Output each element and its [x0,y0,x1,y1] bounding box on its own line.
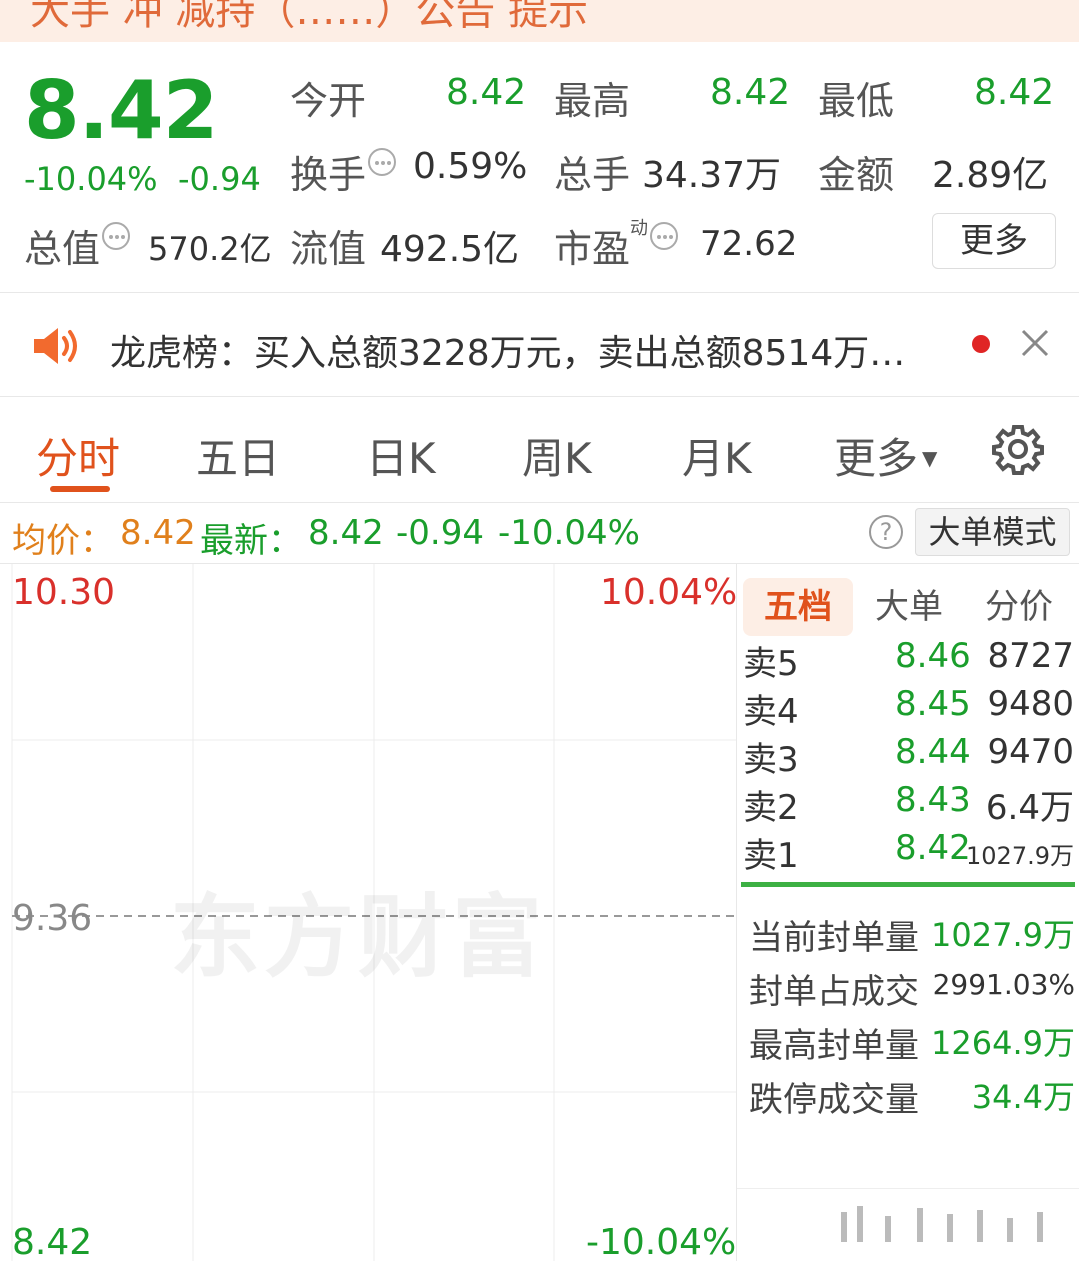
pe-value: 72.62 [700,224,798,264]
turnover-label: 换手 [290,144,397,199]
more-button[interactable]: 更多 [932,213,1056,269]
seal-value: 1027.9万 [931,916,1075,954]
top-banner-text: 大手 冲 减持（……）公告 提示 [30,0,589,34]
info-icon[interactable] [102,222,131,250]
avg-label: 均价： [12,521,114,561]
volume-value: 34.37万 [642,155,782,196]
bottom-pct-label: -10.04% [586,1222,737,1261]
order-book-row: 卖5 8.46 8727 [737,636,1079,684]
order-book-row: 卖3 8.44 9470 [737,732,1079,780]
level-price: 8.45 [895,684,971,724]
open-label: 今开 [290,79,367,123]
seal-row: 跌停成交量 34.4万 [749,1072,1075,1124]
float-value: 492.5亿 [380,229,520,270]
period-tabs: 分时 五日 日K 周K 月K 更多 ▼ [0,397,1079,501]
pct-change: -10.04% [24,160,158,198]
seal-value: 34.4万 [971,1078,1075,1116]
info-icon[interactable] [650,222,679,250]
divider [737,1188,1079,1189]
tab-intraday[interactable]: 分时 [36,425,120,486]
level-label: 卖1 [743,836,799,876]
level-label: 卖5 [743,644,799,684]
level-volume: 1027.9万 [966,842,1074,870]
level-label: 卖2 [743,788,799,828]
level-label: 卖4 [743,692,799,732]
tab-more[interactable]: 更多 ▼ [834,425,937,486]
big-order-mode-button[interactable]: 大单模式 [915,508,1070,556]
amount-label: 金额 [818,153,895,197]
seal-label: 当前封单量 [749,918,919,958]
latest-change: -0.94 [396,513,484,553]
volume-bars-icon [841,1206,1043,1242]
current-price: 8.42 [24,64,218,157]
notice-text: 龙虎榜：买入总额3228万元，卖出总额8514万… [110,333,906,374]
level-label: 卖3 [743,740,799,780]
level-volume: 8727 [987,636,1074,676]
caret-down-icon: ▼ [922,446,938,470]
order-book-tabs: 五档 大单 分价 [737,572,1079,636]
pe-label: 市盈动 [554,218,679,273]
bid-ask-divider [741,882,1075,887]
level-volume: 9470 [987,732,1074,772]
tab-monthly-k[interactable]: 月K [682,425,752,486]
help-icon[interactable]: ? [869,515,903,549]
seal-row: 最高封单量 1264.9万 [749,1018,1075,1070]
notice-bar[interactable]: 龙虎榜：买入总额3228万元，卖出总额8514万… [0,292,1079,396]
mid-price-label: 9.36 [12,898,93,939]
open-value: 8.42 [446,72,527,113]
tab-price-distribution[interactable]: 分价 [971,578,1067,636]
mktcap-value: 570.2亿 [148,230,272,268]
tab-big-orders[interactable]: 大单 [861,578,957,636]
level-volume: 6.4万 [985,788,1074,828]
high-label: 最高 [554,79,631,123]
low-value: 8.42 [974,72,1055,113]
info-icon[interactable] [368,148,397,176]
order-book-row: 卖2 8.43 6.4万 [737,780,1079,828]
float-label: 流值 [290,227,367,271]
seal-value: 2991.03% [932,968,1075,1001]
avg-value: 8.42 [120,513,196,553]
turnover-value: 0.59% [413,146,528,187]
order-book-row: 卖4 8.45 9480 [737,684,1079,732]
close-icon[interactable] [1020,328,1050,358]
volume-label: 总手 [554,153,631,197]
high-value: 8.42 [710,72,791,113]
unread-dot [972,335,990,353]
seal-row: 封单占成交 2991.03% [749,964,1075,1016]
speaker-icon [34,328,77,364]
latest-label: 最新： [200,521,302,561]
watermark: 东方财富 [170,885,546,990]
amount-value: 2.89亿 [932,155,1049,196]
quote-panel: 8.42 -10.04% -0.94 今开 8.42 最高 8.42 最低 8.… [0,42,1079,292]
top-pct-label: 10.04% [600,572,738,613]
seal-row: 当前封单量 1027.9万 [749,910,1075,962]
tab-five-day[interactable]: 五日 [196,425,280,486]
order-book-row: 卖1 8.42 1027.9万 [737,828,1079,876]
level-price: 8.43 [895,780,971,820]
pe-superscript: 动 [630,218,649,239]
intraday-chart[interactable]: 东方财富 10.30 10.04% 9.36 8.42 -10.04% [0,564,738,1261]
bottom-price-label: 8.42 [12,1222,93,1261]
mktcap-label: 总值 [24,218,131,273]
level-price: 8.46 [895,636,971,676]
tab-five-levels[interactable]: 五档 [743,578,853,636]
latest-value: 8.42 [308,513,384,553]
level-price: 8.42 [895,828,971,868]
tab-daily-k[interactable]: 日K [366,425,436,486]
level-volume: 9480 [987,684,1074,724]
seal-value: 1264.9万 [931,1024,1075,1062]
latest-pct: -10.04% [498,513,640,553]
tab-weekly-k[interactable]: 周K [522,425,592,486]
abs-change: -0.94 [178,160,261,198]
order-book: 五档 大单 分价 卖5 8.46 8727 卖4 8.45 9480 卖3 8.… [736,564,1079,1261]
seal-label: 跌停成交量 [749,1080,919,1120]
seal-label: 最高封单量 [749,1026,919,1066]
top-price-label: 10.30 [12,572,116,613]
top-banner[interactable]: 大手 冲 减持（……）公告 提示 [0,0,1079,42]
active-tab-indicator [50,486,110,492]
low-label: 最低 [818,79,895,123]
level-price: 8.44 [895,732,971,772]
seal-label: 封单占成交 [749,972,919,1012]
gear-icon[interactable] [992,423,1044,475]
